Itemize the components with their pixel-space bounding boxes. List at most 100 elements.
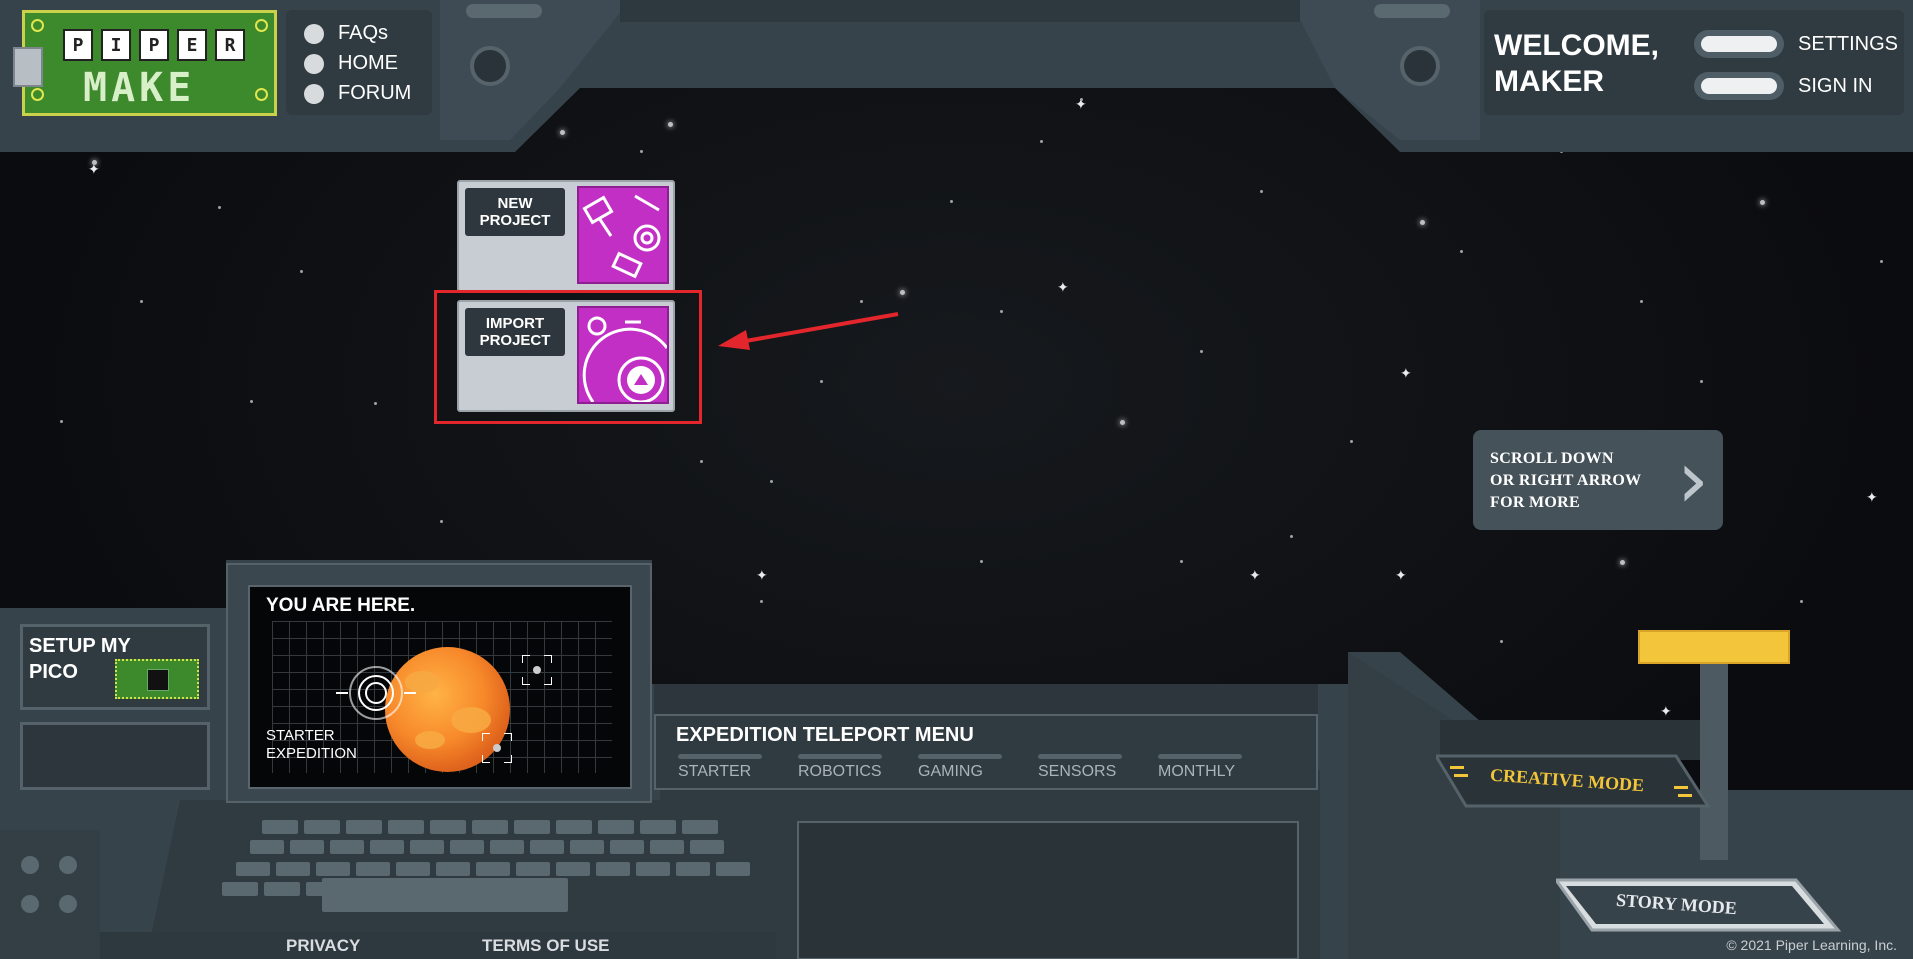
keyboard-key bbox=[514, 820, 550, 834]
keyboard-key bbox=[650, 840, 684, 854]
keyboard-key bbox=[370, 840, 404, 854]
location-line1: STARTER bbox=[266, 727, 335, 744]
logo-letter: I bbox=[101, 29, 131, 61]
star bbox=[1260, 190, 1263, 193]
keyboard-key bbox=[450, 840, 484, 854]
keyboard-key bbox=[610, 840, 644, 854]
keyboard-key bbox=[430, 820, 466, 834]
pin-icon bbox=[255, 88, 268, 101]
toggle-switch-icon bbox=[1694, 30, 1784, 58]
keyboard-key bbox=[330, 840, 364, 854]
logo-word: MAKE bbox=[83, 65, 196, 111]
sign-in-button[interactable]: SIGN IN bbox=[1694, 72, 1872, 100]
keyboard-key bbox=[250, 840, 284, 854]
location-monitor: YOU ARE HERE. STARTER EXPEDITION bbox=[226, 563, 652, 803]
keyboard-key bbox=[556, 820, 592, 834]
star bbox=[218, 206, 221, 209]
keyboard-key bbox=[640, 820, 676, 834]
keyboard-key bbox=[682, 820, 718, 834]
tab-robotics[interactable]: ROBOTICS bbox=[798, 754, 882, 781]
you-are-here-heading: YOU ARE HERE. bbox=[266, 595, 416, 616]
target-reticle-icon bbox=[336, 666, 416, 720]
keyboard-key bbox=[346, 820, 382, 834]
star bbox=[250, 400, 253, 403]
copyright-text: © 2021 Piper Learning, Inc. bbox=[1726, 937, 1897, 953]
nav-item-faqs[interactable]: FAQs bbox=[304, 22, 388, 45]
sign-in-label: SIGN IN bbox=[1798, 74, 1873, 97]
star bbox=[820, 380, 823, 383]
keyboard-key bbox=[690, 840, 724, 854]
scroll-hint-line1: SCROLL DOWN bbox=[1490, 450, 1614, 467]
keyboard-key bbox=[316, 862, 350, 876]
star bbox=[1290, 535, 1293, 538]
toggle-switch-icon bbox=[1694, 72, 1784, 100]
keyboard-key bbox=[596, 862, 630, 876]
star bbox=[950, 200, 953, 203]
scroll-hint-line3: FOR MORE bbox=[1490, 494, 1580, 511]
robot-parts-icon bbox=[577, 186, 669, 284]
logo-letter: P bbox=[139, 29, 169, 61]
nav-label: FAQs bbox=[338, 22, 389, 44]
star bbox=[1350, 440, 1353, 443]
logo-letters: P I P E R bbox=[63, 29, 245, 61]
keyboard-key bbox=[598, 820, 634, 834]
chevron-right-icon: › bbox=[1677, 433, 1709, 526]
keyboard-key bbox=[222, 882, 258, 896]
star bbox=[1640, 300, 1643, 303]
star bbox=[440, 520, 443, 523]
welcome-message: WELCOME, MAKER bbox=[1494, 28, 1659, 100]
keyboard-key bbox=[490, 840, 524, 854]
nav-item-forum[interactable]: FORUM bbox=[304, 82, 411, 105]
focus-bracket-icon bbox=[482, 733, 512, 763]
keyboard-key bbox=[276, 862, 310, 876]
keyboard-key bbox=[716, 862, 750, 876]
new-project-card[interactable]: NEW PROJECT bbox=[457, 180, 675, 292]
radio-dot-icon bbox=[304, 53, 324, 74]
tab-label: MONTHLY bbox=[1158, 763, 1236, 780]
keyboard-key bbox=[530, 840, 564, 854]
mode-lever-handle[interactable] bbox=[1638, 630, 1790, 664]
current-location-label: STARTER EXPEDITION bbox=[266, 727, 357, 763]
setup-pico-button[interactable]: SETUP MY PICO bbox=[20, 624, 210, 710]
keyboard-key bbox=[570, 840, 604, 854]
nav-label: HOME bbox=[338, 52, 398, 74]
star bbox=[1460, 250, 1463, 253]
keyboard-key bbox=[290, 840, 324, 854]
keyboard-key bbox=[262, 820, 298, 834]
tab-sensors[interactable]: SENSORS bbox=[1038, 754, 1122, 781]
star bbox=[1120, 420, 1125, 425]
star bbox=[300, 270, 303, 273]
privacy-link[interactable]: PRIVACY bbox=[286, 936, 360, 956]
nav-item-home[interactable]: HOME bbox=[304, 52, 398, 75]
star bbox=[374, 402, 377, 405]
sparkle-star-icon: ✦ bbox=[1400, 365, 1412, 381]
star bbox=[140, 300, 143, 303]
welcome-line1: WELCOME, bbox=[1494, 29, 1659, 62]
expedition-menu-title: EXPEDITION TELEPORT MENU bbox=[676, 724, 974, 746]
star bbox=[860, 300, 863, 303]
new-project-line1: NEW bbox=[497, 195, 533, 212]
tab-gaming[interactable]: GAMING bbox=[918, 754, 1002, 781]
keyboard-key bbox=[304, 820, 340, 834]
focus-bracket-icon bbox=[522, 655, 552, 685]
keyboard-key bbox=[556, 862, 590, 876]
keyboard-key bbox=[516, 862, 550, 876]
logo-letter: E bbox=[177, 29, 207, 61]
star bbox=[1000, 310, 1003, 313]
tab-monthly[interactable]: MONTHLY bbox=[1158, 754, 1242, 781]
scroll-hint[interactable]: SCROLL DOWN OR RIGHT ARROW FOR MORE › bbox=[1473, 430, 1723, 530]
tab-label: ROBOTICS bbox=[798, 763, 882, 780]
piper-make-logo[interactable]: P I P E R MAKE bbox=[13, 10, 277, 116]
keyboard-key bbox=[410, 840, 444, 854]
nav-label: FORUM bbox=[338, 82, 412, 104]
pin-icon bbox=[255, 19, 268, 32]
logo-letter: R bbox=[215, 29, 245, 61]
terms-of-use-link[interactable]: TERMS OF USE bbox=[482, 936, 610, 956]
keyboard-key bbox=[356, 862, 390, 876]
keyboard-key bbox=[396, 862, 430, 876]
new-project-label: NEW PROJECT bbox=[465, 188, 565, 236]
location-line2: EXPEDITION bbox=[266, 745, 357, 762]
radio-dot-icon bbox=[304, 83, 324, 104]
tab-starter[interactable]: STARTER bbox=[678, 754, 762, 781]
settings-button[interactable]: SETTINGS bbox=[1694, 30, 1898, 58]
